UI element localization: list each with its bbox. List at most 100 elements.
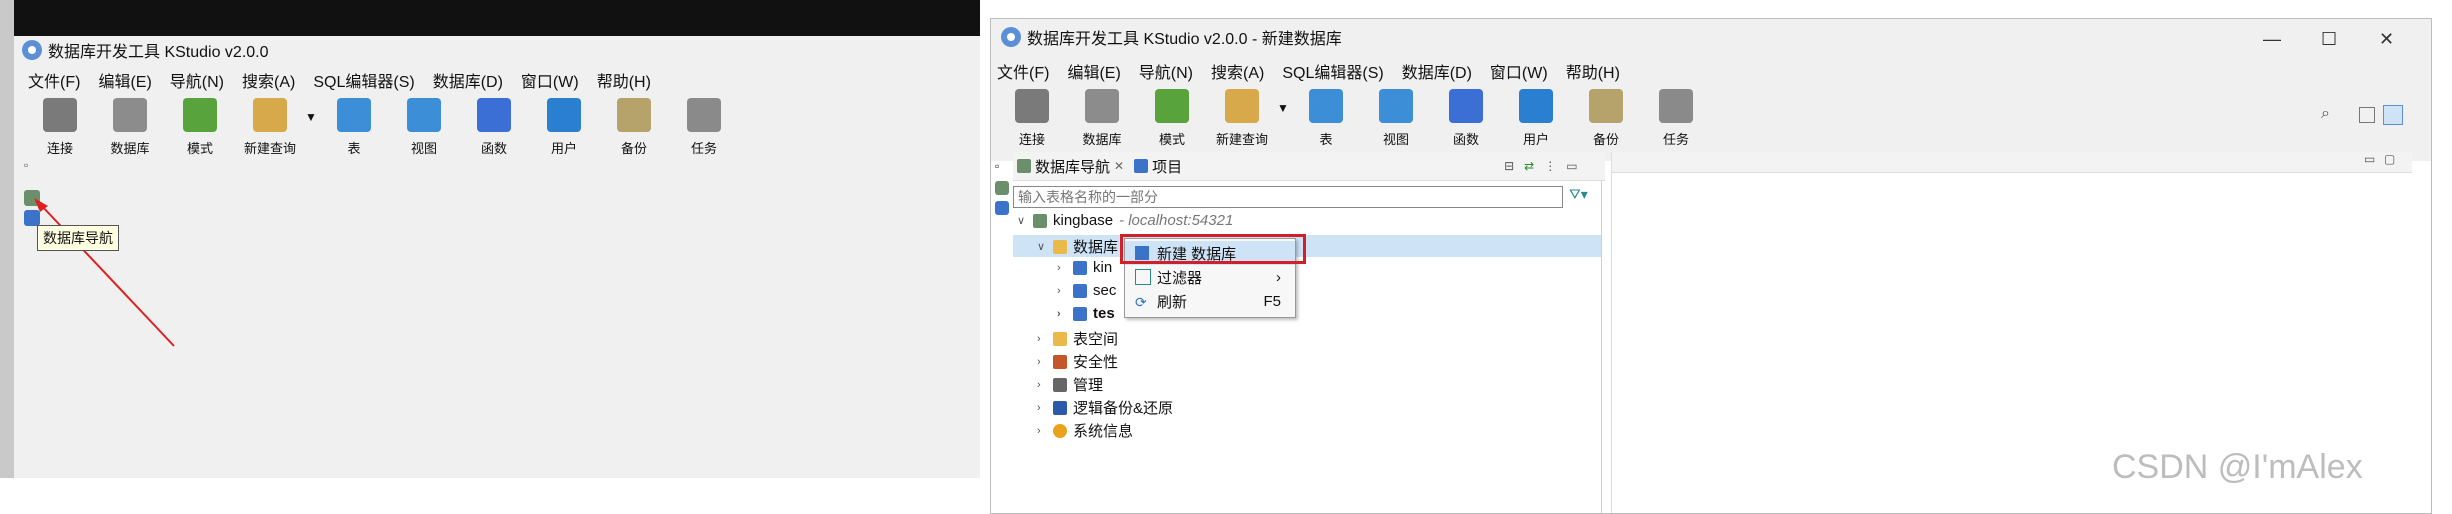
- menu-window[interactable]: 窗口(W): [521, 68, 579, 92]
- tab-database-navigator[interactable]: 数据库导航 ✕: [1017, 156, 1124, 177]
- chevron-down-icon[interactable]: ∨: [1017, 214, 1027, 227]
- restore-view-icon[interactable]: ▫: [24, 158, 28, 172]
- toolbar-schema[interactable]: 模式: [1137, 89, 1207, 148]
- task-icon: [687, 98, 721, 132]
- toolbar-schema[interactable]: 模式: [165, 98, 235, 157]
- menu-nav[interactable]: 导航(N): [1139, 59, 1193, 83]
- toolbar-backup[interactable]: 备份: [599, 98, 669, 157]
- tree-item-db-kin[interactable]: › kin: [1057, 259, 1112, 276]
- tree-item-security[interactable]: › 安全性: [1037, 351, 1118, 372]
- tree-item-db-sec[interactable]: › sec: [1057, 282, 1116, 299]
- tree-item-tablespaces[interactable]: › 表空间: [1037, 328, 1118, 349]
- toolbar-view[interactable]: 视图: [1361, 89, 1431, 148]
- menu-sql-editor[interactable]: SQL编辑器(S): [313, 68, 414, 92]
- toolbar-function[interactable]: 函数: [1431, 89, 1501, 148]
- menu-search[interactable]: 搜索(A): [1211, 59, 1264, 83]
- menu-sql-editor[interactable]: SQL编辑器(S): [1282, 59, 1383, 83]
- menu-file[interactable]: 文件(F): [997, 59, 1049, 83]
- link-editor-icon[interactable]: ⇄: [1524, 159, 1534, 173]
- navigator-panel: 数据库导航 ✕ 项目 ⊟ ⇄ ⋮ ▭ 输入表格名称的一部分 ⛛▾ ∨ kingb…: [1013, 152, 1605, 513]
- tab-project[interactable]: 项目: [1134, 156, 1182, 177]
- minimize-icon[interactable]: —: [2263, 29, 2281, 50]
- chevron-right-icon[interactable]: ›: [1057, 308, 1067, 320]
- maximize-icon[interactable]: ☐: [2321, 29, 2337, 50]
- tree-item-system-info[interactable]: › 系统信息: [1037, 420, 1133, 441]
- menu-database[interactable]: 数据库(D): [433, 68, 503, 92]
- chevron-right-icon[interactable]: ›: [1057, 285, 1067, 297]
- perspective-icon[interactable]: [2383, 105, 2403, 125]
- database-navigator-side-icon[interactable]: [995, 181, 1009, 195]
- user-icon: [1519, 89, 1553, 123]
- query-icon: [253, 98, 287, 132]
- filter-icon[interactable]: ⛛▾: [1569, 186, 1588, 203]
- toolbar-task[interactable]: 任务: [669, 98, 739, 157]
- menu-item-filter[interactable]: 过滤器 ›: [1125, 265, 1295, 289]
- toolbar-table[interactable]: 表: [319, 98, 389, 157]
- tree-item-db-tes[interactable]: › tes: [1057, 305, 1115, 322]
- menu-edit[interactable]: 编辑(E): [1067, 59, 1120, 83]
- toolbar-database[interactable]: 数据库: [1067, 89, 1137, 148]
- chevron-right-icon[interactable]: ›: [1037, 356, 1047, 368]
- toolbar-new-query[interactable]: 新建查询: [1207, 89, 1277, 148]
- toolbar-view[interactable]: 视图: [389, 98, 459, 157]
- chevron-right-icon[interactable]: ›: [1037, 425, 1047, 437]
- filter-icon: [1135, 269, 1151, 285]
- menu-file[interactable]: 文件(F): [28, 68, 80, 92]
- menu-help[interactable]: 帮助(H): [1566, 59, 1620, 83]
- collapse-all-icon[interactable]: ⊟: [1504, 159, 1514, 173]
- table-icon: [1309, 89, 1343, 123]
- menu-edit[interactable]: 编辑(E): [98, 68, 151, 92]
- database-icon: [113, 98, 147, 132]
- minimize-view-icon[interactable]: ▭: [1566, 159, 1577, 173]
- menu-window[interactable]: 窗口(W): [1490, 59, 1548, 83]
- menu-bar: 文件(F) 编辑(E) 导航(N) 搜索(A) SQL编辑器(S) 数据库(D)…: [28, 68, 651, 92]
- view-menu-icon[interactable]: ⋮: [1544, 159, 1556, 173]
- tree-item-logical-backup[interactable]: › 逻辑备份&还原: [1037, 397, 1173, 418]
- toolbar-task[interactable]: 任务: [1641, 89, 1711, 148]
- open-perspective-icon[interactable]: [2359, 107, 2375, 123]
- menu-item-refresh[interactable]: ⟳ 刷新 F5: [1125, 289, 1295, 313]
- menu-database[interactable]: 数据库(D): [1402, 59, 1472, 83]
- project-side-icon[interactable]: [995, 201, 1009, 215]
- database-icon: [1073, 283, 1087, 298]
- minimize-editor-icon[interactable]: ▭: [2364, 152, 2375, 166]
- schema-icon: [183, 98, 217, 132]
- restore-view-icon[interactable]: ▫: [995, 159, 999, 173]
- tree-item-kingbase[interactable]: ∨ kingbase - localhost:54321: [1017, 212, 1233, 229]
- toolbar-backup[interactable]: 备份: [1571, 89, 1641, 148]
- connection-icon: [1033, 213, 1047, 228]
- chevron-right-icon[interactable]: ›: [1037, 333, 1047, 345]
- close-icon[interactable]: ✕: [2379, 29, 2394, 50]
- toolbar-new-query[interactable]: 新建查询: [235, 98, 305, 157]
- toolbar-table[interactable]: 表: [1291, 89, 1361, 148]
- toolbar-connect[interactable]: 连接: [25, 98, 95, 157]
- new-query-dropdown-icon[interactable]: ▼: [1277, 89, 1291, 148]
- chevron-right-icon[interactable]: ›: [1037, 379, 1047, 391]
- toolbar: 连接 数据库 模式 新建查询 ▼ 表 视图 函数 用户 备份 任务: [997, 89, 1711, 148]
- tooltip-database-navigator: 数据库导航: [37, 225, 119, 251]
- chevron-down-icon[interactable]: ∨: [1037, 240, 1047, 253]
- toolbar-connect[interactable]: 连接: [997, 89, 1067, 148]
- menu-search[interactable]: 搜索(A): [242, 68, 295, 92]
- chevron-right-icon[interactable]: ›: [1037, 402, 1047, 414]
- view-icon: [407, 98, 441, 132]
- close-tab-icon[interactable]: ✕: [1114, 159, 1124, 173]
- toolbar-database[interactable]: 数据库: [95, 98, 165, 157]
- table-filter-input[interactable]: 输入表格名称的一部分: [1013, 186, 1563, 208]
- backup-icon: [1589, 89, 1623, 123]
- function-icon: [477, 98, 511, 132]
- database-icon: [1073, 306, 1087, 321]
- toolbar-user[interactable]: 用户: [1501, 89, 1571, 148]
- new-query-dropdown-icon[interactable]: ▼: [305, 98, 319, 157]
- toolbar-user[interactable]: 用户: [529, 98, 599, 157]
- menu-help[interactable]: 帮助(H): [597, 68, 651, 92]
- toolbar-function[interactable]: 函数: [459, 98, 529, 157]
- project-icon: [1134, 159, 1149, 173]
- menu-nav[interactable]: 导航(N): [170, 68, 224, 92]
- search-icon[interactable]: ⌕: [2321, 105, 2330, 123]
- tree-item-databases[interactable]: ∨ 数据库: [1037, 236, 1118, 257]
- chevron-right-icon[interactable]: ›: [1057, 262, 1067, 274]
- maximize-editor-icon[interactable]: ▢: [2384, 152, 2395, 166]
- tree-item-admin[interactable]: › 管理: [1037, 374, 1103, 395]
- window-title: 数据库开发工具 KStudio v2.0.0: [22, 38, 269, 62]
